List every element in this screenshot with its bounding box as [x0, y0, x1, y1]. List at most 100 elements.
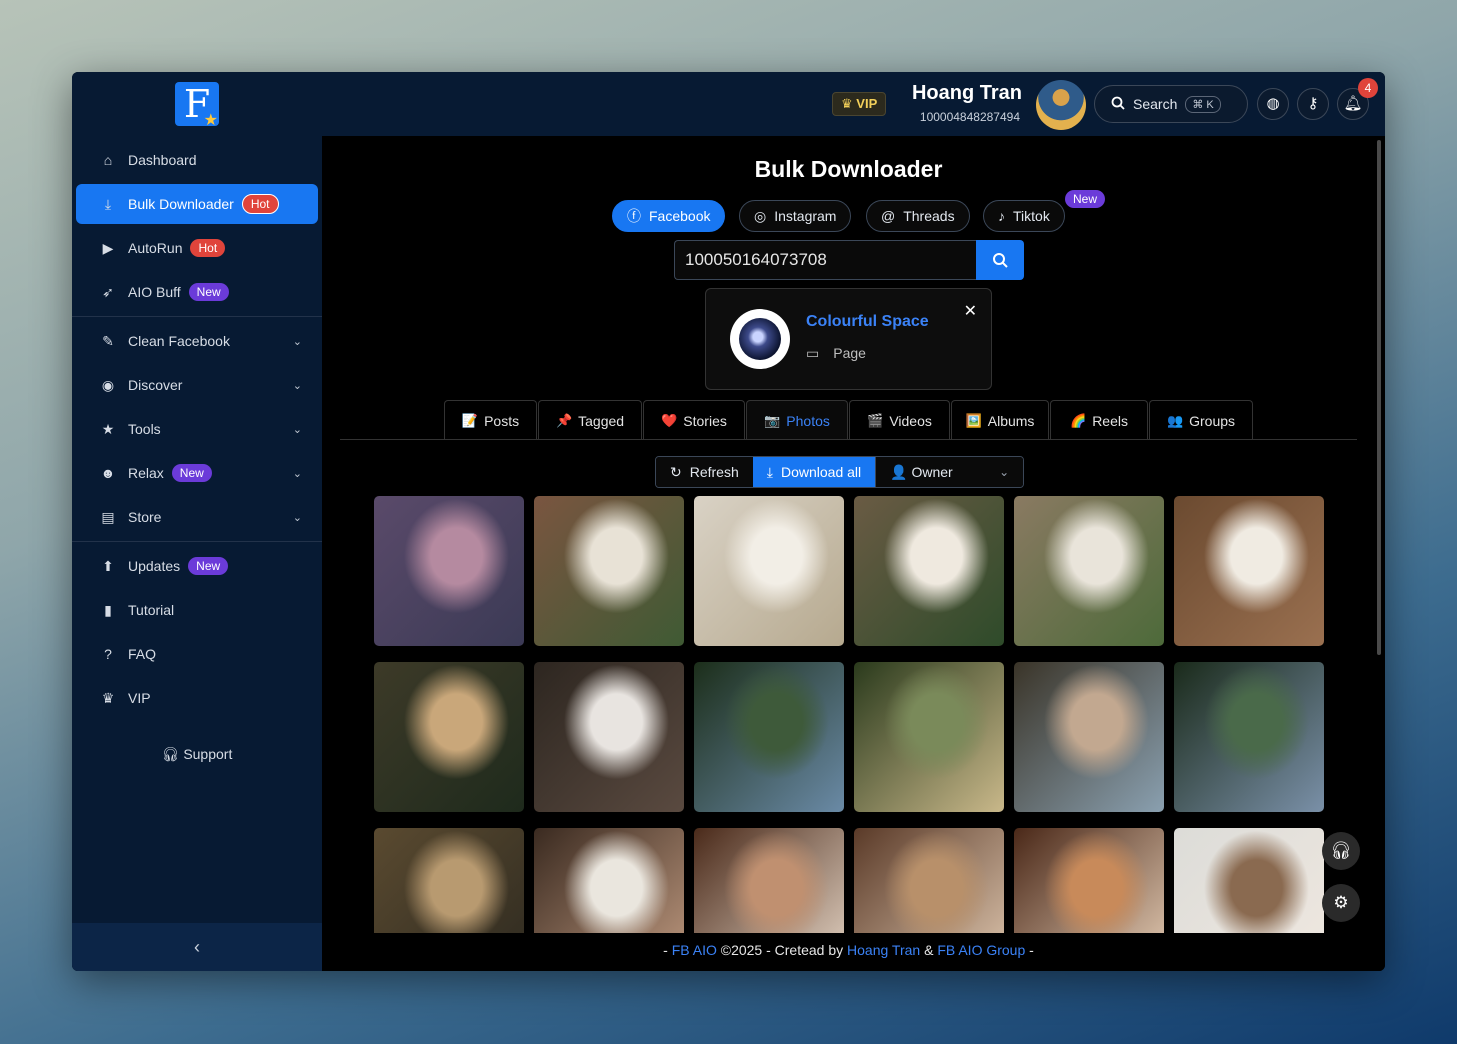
tab-instagram[interactable]: ◎ Instagram: [739, 200, 852, 232]
rainbow-icon: 🌈: [1070, 412, 1087, 428]
heart-icon: ❤️: [661, 412, 678, 428]
global-search-button[interactable]: Search ⌘ K: [1094, 85, 1248, 123]
page-avatar[interactable]: [730, 309, 790, 369]
photo-thumbnail[interactable]: [694, 496, 844, 646]
search-icon: [1111, 96, 1125, 113]
rocket-icon: ➶: [102, 283, 114, 300]
sidebar-item-updates[interactable]: ⬆ Updates New: [76, 546, 318, 586]
user-name: Hoang Tran: [911, 82, 1022, 104]
download-all-button[interactable]: ⤓ Download all: [752, 457, 876, 487]
settings-float-button[interactable]: ⚙: [1322, 884, 1360, 922]
crown-icon: ♛: [841, 96, 853, 111]
tab-reels[interactable]: 🌈 Reels: [1050, 400, 1148, 440]
new-badge: New: [171, 464, 212, 482]
sidebar-item-dashboard[interactable]: ⌂ Dashboard: [76, 140, 318, 180]
tab-groups[interactable]: 👥 Groups: [1149, 400, 1253, 440]
sidebar-item-label: Relax: [128, 465, 164, 481]
photo-thumbnail[interactable]: [1014, 662, 1164, 812]
close-icon[interactable]: ✕: [964, 301, 977, 321]
chevron-down-icon: ⌄: [292, 379, 302, 392]
language-button[interactable]: ◍: [1257, 88, 1289, 120]
owner-select[interactable]: 👤 Owner ⌄: [875, 457, 1024, 487]
book-icon: ▮: [104, 601, 112, 618]
sidebar-item-label: VIP: [128, 690, 151, 706]
sidebar-item-vip[interactable]: ♛ VIP: [76, 678, 318, 718]
sidebar-item-label: AutoRun: [128, 240, 183, 256]
photo-thumbnail[interactable]: [374, 828, 524, 933]
sidebar-item-autorun[interactable]: ▶ AutoRun Hot: [76, 228, 318, 268]
photo-thumbnail[interactable]: [854, 662, 1004, 812]
footer-amp: &: [920, 942, 938, 958]
sidebar-item-clean-facebook[interactable]: ✎ Clean Facebook ⌄: [76, 321, 318, 361]
author-link[interactable]: Hoang Tran: [847, 942, 920, 958]
tab-albums[interactable]: 🖼️ Albums: [951, 400, 1049, 440]
search-icon: [992, 252, 1008, 272]
sidebar-divider: [72, 541, 322, 542]
profile-id-input[interactable]: [674, 240, 976, 280]
sidebar-item-relax[interactable]: ☻ Relax New ⌄: [76, 453, 318, 493]
photo-thumbnail[interactable]: [534, 662, 684, 812]
tab-tiktok[interactable]: ♪ Tiktok: [983, 200, 1065, 232]
sidebar-item-faq[interactable]: ? FAQ: [76, 634, 318, 674]
support-float-button[interactable]: 🎧︎: [1322, 832, 1360, 870]
sidebar-item-discover[interactable]: ◉ Discover ⌄: [76, 365, 318, 405]
key-icon: ⚷: [1307, 95, 1319, 112]
support-link[interactable]: 🎧︎ Support: [72, 746, 322, 763]
tab-photos[interactable]: 📷 Photos: [746, 400, 848, 440]
search-shortcut: ⌘ K: [1185, 95, 1221, 113]
photo-thumbnail[interactable]: [1174, 662, 1324, 812]
app-logo[interactable]: F ★: [175, 82, 219, 128]
photo-thumbnail[interactable]: [534, 496, 684, 646]
eye-icon: ◉: [101, 376, 115, 393]
download-icon: ⤓: [766, 463, 773, 480]
scrollbar[interactable]: [1377, 140, 1381, 655]
question-circle-icon: ?: [104, 646, 112, 662]
photo-thumbnail[interactable]: [374, 496, 524, 646]
tab-threads[interactable]: @ Threads: [866, 200, 970, 232]
photo-thumbnail[interactable]: [374, 662, 524, 812]
tab-label: Posts: [484, 412, 520, 429]
fb-aio-link[interactable]: FB AIO: [672, 942, 717, 958]
sidebar-item-store[interactable]: ▤ Store ⌄: [76, 497, 318, 537]
sidebar-item-bulk-downloader[interactable]: ⤓ Bulk Downloader Hot: [76, 184, 318, 224]
tab-posts[interactable]: 📝 Posts: [444, 400, 537, 440]
tab-videos[interactable]: 🎬 Videos: [849, 400, 950, 440]
photo-thumbnail[interactable]: [534, 828, 684, 933]
tab-label: Facebook: [649, 208, 711, 224]
photo-thumbnail[interactable]: [1174, 828, 1324, 933]
tab-stories[interactable]: ❤️ Stories: [643, 400, 745, 440]
avatar[interactable]: [1036, 80, 1086, 130]
sidebar-item-label: Bulk Downloader: [128, 196, 234, 212]
photo-thumbnail[interactable]: [854, 496, 1004, 646]
sidebar-item-aio-buff[interactable]: ➶ AIO Buff New: [76, 272, 318, 312]
photo-thumbnail[interactable]: [854, 828, 1004, 933]
sidebar-item-tutorial[interactable]: ▮ Tutorial: [76, 590, 318, 630]
refresh-button[interactable]: ↻ Refresh: [656, 457, 753, 487]
sidebar-item-tools[interactable]: ★ Tools ⌄: [76, 409, 318, 449]
main-content: Bulk Downloader ⓕ Facebook ◎ Instagram @ Th…: [322, 136, 1385, 971]
tab-label: Videos: [889, 412, 932, 429]
photo-thumbnail[interactable]: [1014, 496, 1164, 646]
star-icon: ★: [101, 420, 115, 437]
photo-thumbnail[interactable]: [694, 828, 844, 933]
photo-thumbnail[interactable]: [1014, 828, 1164, 933]
photo-thumbnail[interactable]: [1174, 496, 1324, 646]
photo-thumbnail[interactable]: [694, 662, 844, 812]
people-icon: 👥: [1166, 412, 1184, 428]
key-button[interactable]: ⚷: [1297, 88, 1329, 120]
profile-search-button[interactable]: [976, 240, 1024, 280]
page-card-icon: ▭: [806, 345, 820, 361]
store-icon: ▤: [101, 508, 115, 525]
vip-badge[interactable]: ♛ VIP: [832, 92, 887, 116]
tab-tagged[interactable]: 📌 Tagged: [538, 400, 642, 440]
photo-actions: ↻ Refresh ⤓ Download all 👤 Owner ⌄: [655, 456, 1025, 488]
sidebar-item-label: Store: [128, 509, 162, 525]
page-name-link[interactable]: Colourful Space: [806, 313, 929, 331]
group-link[interactable]: FB AIO Group: [937, 942, 1025, 958]
tab-facebook[interactable]: ⓕ Facebook: [612, 200, 726, 232]
owner-label: Owner: [911, 463, 953, 480]
page-type-label: Page: [833, 345, 866, 361]
search-label: Search: [1133, 96, 1178, 112]
sidebar-collapse-button[interactable]: ‹: [72, 923, 322, 971]
user-icon: 👤: [890, 463, 908, 480]
